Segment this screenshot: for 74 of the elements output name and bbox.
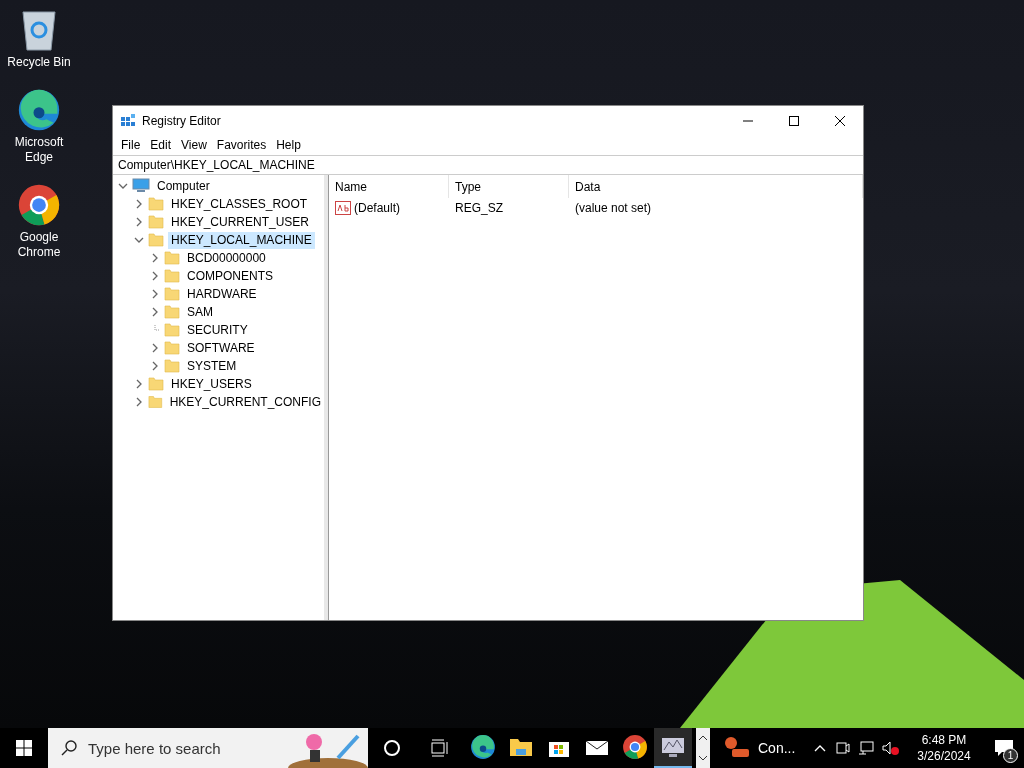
close-icon (835, 115, 845, 126)
desktop-icon-label[interactable]: Recycle Bin (4, 55, 74, 70)
folder-icon (164, 304, 180, 320)
computer-icon (132, 178, 150, 194)
chevron-down-icon[interactable] (118, 181, 128, 191)
folder-icon (164, 268, 180, 284)
desktop-icon-label[interactable]: Google Chrome (4, 230, 74, 260)
clock[interactable]: 6:48 PM 3/26/2024 (904, 732, 984, 764)
envelope-icon (585, 738, 609, 756)
task-view-icon (431, 739, 449, 757)
tree-item[interactable]: HARDWARE (184, 285, 260, 303)
search-field[interactable]: Type here to search (48, 728, 368, 768)
chrome-logo-icon (17, 183, 61, 227)
tree-item[interactable]: HKEY_CURRENT_CONFIG (166, 393, 324, 411)
windows-logo-icon (16, 740, 32, 756)
speaker-muted-icon[interactable] (882, 740, 900, 756)
folder-icon (148, 232, 164, 248)
search-icon (60, 739, 78, 757)
chrome-logo-icon (622, 734, 648, 760)
folder-icon (164, 340, 180, 356)
address-field[interactable]: Computer\HKEY_LOCAL_MACHINE (113, 155, 863, 175)
taskbar-app-button[interactable] (654, 728, 692, 768)
action-center-button[interactable]: 1 (984, 728, 1024, 768)
tree-item[interactable]: SYSTEM (184, 357, 240, 375)
maximize-icon (789, 115, 799, 126)
notification-app-button[interactable]: Con... (724, 736, 796, 760)
folder-icon (148, 214, 164, 230)
folder-icon (164, 286, 180, 302)
tree-item[interactable]: SAM (184, 303, 216, 321)
menu-item[interactable]: Favorites (211, 136, 272, 154)
folder-icon (164, 250, 180, 266)
tree-item[interactable]: HKEY_USERS (168, 375, 255, 393)
folder-icon (164, 322, 180, 338)
edge-logo-icon (17, 88, 61, 132)
edge-logo-icon (470, 734, 496, 760)
car-alert-icon (724, 736, 750, 760)
tree-item[interactable]: BCD00000000 (184, 249, 269, 267)
registry-app-icon (120, 112, 136, 129)
menu-item[interactable]: File (116, 136, 146, 154)
column-header[interactable]: Type (449, 175, 569, 198)
table-cell-text: REG_SZ (454, 200, 504, 217)
table-cell-text: (Default) (354, 200, 400, 217)
chevron-down-icon[interactable] (134, 235, 144, 245)
tree-item[interactable]: HKEY_CURRENT_USER (168, 213, 313, 231)
chevron-down-icon (699, 755, 707, 761)
tree-item[interactable]: HKEY_CLASSES_ROOT (168, 195, 311, 213)
column-header[interactable]: Data (569, 175, 863, 198)
string-value-icon (335, 201, 351, 215)
tree-item[interactable]: COMPONENTS (184, 267, 276, 285)
monitor-chart-icon (661, 736, 685, 758)
circle-icon (383, 739, 401, 757)
tree-item[interactable]: Computer (154, 177, 213, 195)
table-cell-text: (value not set) (574, 200, 653, 217)
folder-icon (509, 737, 533, 757)
network-icon[interactable] (858, 740, 874, 756)
camera-icon[interactable] (836, 740, 850, 756)
chevron-up-icon (699, 735, 707, 741)
chevron-up-icon (814, 744, 826, 752)
folder-icon (148, 376, 164, 392)
tree-item[interactable]: SECURITY (184, 321, 251, 339)
desktop-icon-label[interactable]: Microsoft Edge (4, 135, 74, 165)
taskbar-scroll-button[interactable] (696, 728, 710, 768)
window-title: Registry Editor (142, 112, 222, 130)
recycle-bin-icon (19, 8, 59, 52)
tree-item[interactable]: SOFTWARE (184, 339, 258, 357)
column-header[interactable]: Name (329, 175, 449, 198)
menu-item[interactable]: Help (271, 136, 306, 154)
menu-item[interactable]: Edit (145, 136, 177, 154)
folder-icon (148, 196, 164, 212)
folder-icon (164, 358, 180, 374)
menu-item[interactable]: View (176, 136, 212, 154)
folder-icon (148, 394, 163, 410)
tree-item[interactable]: HKEY_LOCAL_MACHINE (168, 231, 315, 249)
notification-count-badge: 1 (1003, 748, 1018, 763)
